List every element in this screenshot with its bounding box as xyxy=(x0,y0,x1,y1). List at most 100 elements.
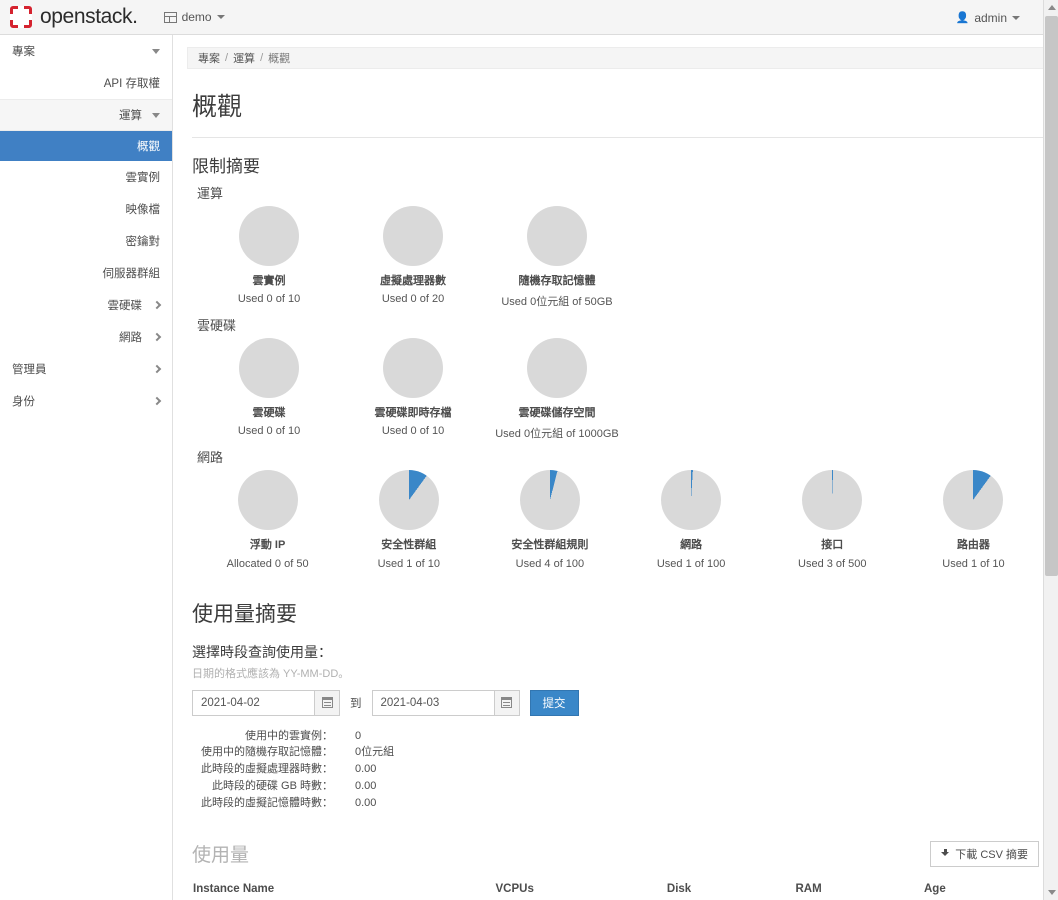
usage-stat-value: 0位元組 xyxy=(355,746,395,759)
breadcrumb-separator: / xyxy=(225,52,229,64)
quota-value: Used 3 of 500 xyxy=(798,557,867,570)
column-vcpus[interactable]: VCPUs xyxy=(495,876,667,900)
sidebar-group-admin[interactable]: 管理員 xyxy=(0,353,172,385)
quota-gauge xyxy=(383,206,443,266)
sidebar-group-project[interactable]: 專案 xyxy=(0,35,172,67)
quota-gauge xyxy=(239,338,299,399)
download-icon xyxy=(941,848,950,859)
quota-value: Used 0 of 20 xyxy=(381,293,445,306)
quota-label: 雲硬碟即時存檔 xyxy=(374,407,452,420)
breadcrumb-item-compute[interactable]: 運算 xyxy=(233,50,255,66)
quota-value: Allocated 0 of 50 xyxy=(226,557,309,570)
calendar-icon xyxy=(501,697,512,709)
quota-label: 接口 xyxy=(821,539,844,552)
usage-table-header: 使用量 下載 CSV 摘要 xyxy=(192,840,1039,867)
quota-gauge xyxy=(378,470,439,531)
quota-group-heading-compute: 運算 xyxy=(197,186,224,201)
usage-table-header-row: Instance Name VCPUs Disk RAM Age xyxy=(187,876,1044,900)
sidebar-group-network[interactable]: 網路 xyxy=(0,321,172,353)
quota-label: 雲硬碟 xyxy=(252,407,286,420)
quota-item-volume-snapshots: 雲硬碟即時存檔 Used 0 of 10 xyxy=(341,338,485,441)
quota-value: Used 0 of 10 xyxy=(381,425,445,438)
sidebar-item-label: 身份 xyxy=(12,396,35,408)
sidebar-item-server-groups[interactable]: 伺服器群組 xyxy=(0,257,172,289)
quota-group-heading-volume: 雲硬碟 xyxy=(197,318,237,334)
breadcrumb-item-project[interactable]: 專案 xyxy=(198,50,220,66)
caret-down-icon xyxy=(1012,15,1020,20)
sidebar-item-overview[interactable]: 概觀 xyxy=(0,131,172,161)
quota-item-security-group-rules: 安全性群組規則 Used 4 of 100 xyxy=(479,470,620,570)
usage-stats-list: 使用中的雲實例： 0 使用中的隨機存取記憶體： 0位元組 此時段的虛擬處理器時數… xyxy=(187,728,394,812)
column-age[interactable]: Age xyxy=(924,876,1044,900)
usage-stat-label: 使用中的隨機存取記憶體： xyxy=(201,746,333,759)
breadcrumb-item-overview: 概觀 xyxy=(268,53,291,65)
calendar-icon-button-to[interactable] xyxy=(493,689,520,716)
sidebar-item-images[interactable]: 映像檔 xyxy=(0,193,172,225)
usage-stat-row: 此時段的虛擬處理器時數： 0.00 xyxy=(187,761,394,778)
user-menu[interactable]: 👤 admin xyxy=(956,0,1020,35)
scrollbar-thumb[interactable] xyxy=(1045,16,1058,576)
sidebar-item-key-pairs[interactable]: 密鑰對 xyxy=(0,225,172,257)
date-range-separator: 到 xyxy=(350,697,362,710)
chevron-right-icon xyxy=(152,396,162,406)
sidebar-group-identity[interactable]: 身份 xyxy=(0,385,172,417)
quota-label: 安全性群組 xyxy=(381,539,437,552)
project-switcher-label: demo xyxy=(181,10,212,24)
chevron-down-icon xyxy=(152,112,160,118)
grid-icon xyxy=(163,11,177,23)
caret-down-icon xyxy=(216,15,225,19)
sidebar-item-label: 伺服器群組 xyxy=(102,268,161,280)
chevron-right-icon xyxy=(152,332,162,342)
top-navbar: openstack. demo 👤 admin xyxy=(0,0,1058,35)
quota-item-volumes: 雲硬碟 Used 0 of 10 xyxy=(197,338,341,441)
download-csv-button[interactable]: 下載 CSV 摘要 xyxy=(930,840,1039,867)
scroll-up-arrow-icon[interactable] xyxy=(1044,0,1058,15)
sidebar-item-label: 密鑰對 xyxy=(125,236,161,248)
quota-label: 雲硬碟儲存空間 xyxy=(518,407,596,420)
quota-item-vcpus: 虛擬處理器數 Used 0 of 20 xyxy=(341,206,485,309)
sidebar-group-compute[interactable]: 運算 xyxy=(0,99,172,131)
sidebar-item-label: 概觀 xyxy=(137,141,160,153)
quota-gauge xyxy=(383,338,443,399)
sidebar-item-label: 管理員 xyxy=(12,364,47,376)
sidebar-item-instances[interactable]: 雲實例 xyxy=(0,161,172,193)
quota-item-networks: 網路 Used 1 of 100 xyxy=(621,470,762,570)
quota-gauge xyxy=(519,470,580,531)
column-instance-name[interactable]: Instance Name xyxy=(187,876,496,900)
sidebar-item-api-access[interactable]: API 存取權 xyxy=(0,67,172,99)
quota-item-routers: 路由器 Used 1 of 10 xyxy=(903,470,1044,570)
main-content: 專案 / 運算 / 概觀 概觀 限制摘要 運算 雲實例 Used 0 of 10… xyxy=(173,35,1058,900)
quota-value: Used 0位元組 of 50GB xyxy=(501,296,613,309)
quota-gauge xyxy=(661,470,722,531)
quota-gauge xyxy=(943,470,1004,531)
sidebar-item-label: 專案 xyxy=(12,46,35,58)
column-ram[interactable]: RAM xyxy=(795,876,924,900)
calendar-icon xyxy=(321,697,333,709)
submit-button[interactable]: 提交 xyxy=(529,689,579,716)
limit-summary-heading: 限制摘要 xyxy=(192,157,260,176)
date-to-input[interactable] xyxy=(371,689,494,716)
quota-gauge xyxy=(239,206,299,266)
usage-stat-row: 此時段的硬碟 GB 時數： 0.00 xyxy=(187,778,394,795)
usage-stat-row: 使用中的隨機存取記憶體： 0位元組 xyxy=(187,744,394,761)
calendar-icon-button-from[interactable] xyxy=(314,689,340,716)
brand-logo[interactable]: openstack. xyxy=(10,5,138,29)
usage-stat-row: 使用中的雲實例： 0 xyxy=(187,728,394,745)
quota-gauge xyxy=(527,338,587,399)
usage-table-head: Instance Name VCPUs Disk RAM Age xyxy=(187,876,1044,900)
usage-stat-value: 0.00 xyxy=(355,796,377,809)
quota-item-instances: 雲實例 Used 0 of 10 xyxy=(197,206,341,309)
quota-row-volume: 雲硬碟 Used 0 of 10 雲硬碟即時存檔 Used 0 of 10 雲硬… xyxy=(187,338,1044,441)
date-from-group xyxy=(192,689,340,716)
page-scrollbar[interactable] xyxy=(1043,0,1058,900)
project-switcher[interactable]: demo xyxy=(163,10,225,24)
quota-row-network: 浮動 IP Allocated 0 of 50 安全性群組 Used 1 of … xyxy=(187,470,1044,570)
sidebar-group-volumes[interactable]: 雲硬碟 xyxy=(0,289,172,321)
scroll-down-arrow-icon[interactable] xyxy=(1044,885,1058,900)
usage-stat-value: 0 xyxy=(355,729,362,742)
sidebar-item-label: 映像檔 xyxy=(125,204,161,216)
date-from-input[interactable] xyxy=(192,689,314,716)
quota-gauge xyxy=(802,470,863,531)
quota-gauge xyxy=(237,470,298,531)
column-disk[interactable]: Disk xyxy=(666,876,796,900)
